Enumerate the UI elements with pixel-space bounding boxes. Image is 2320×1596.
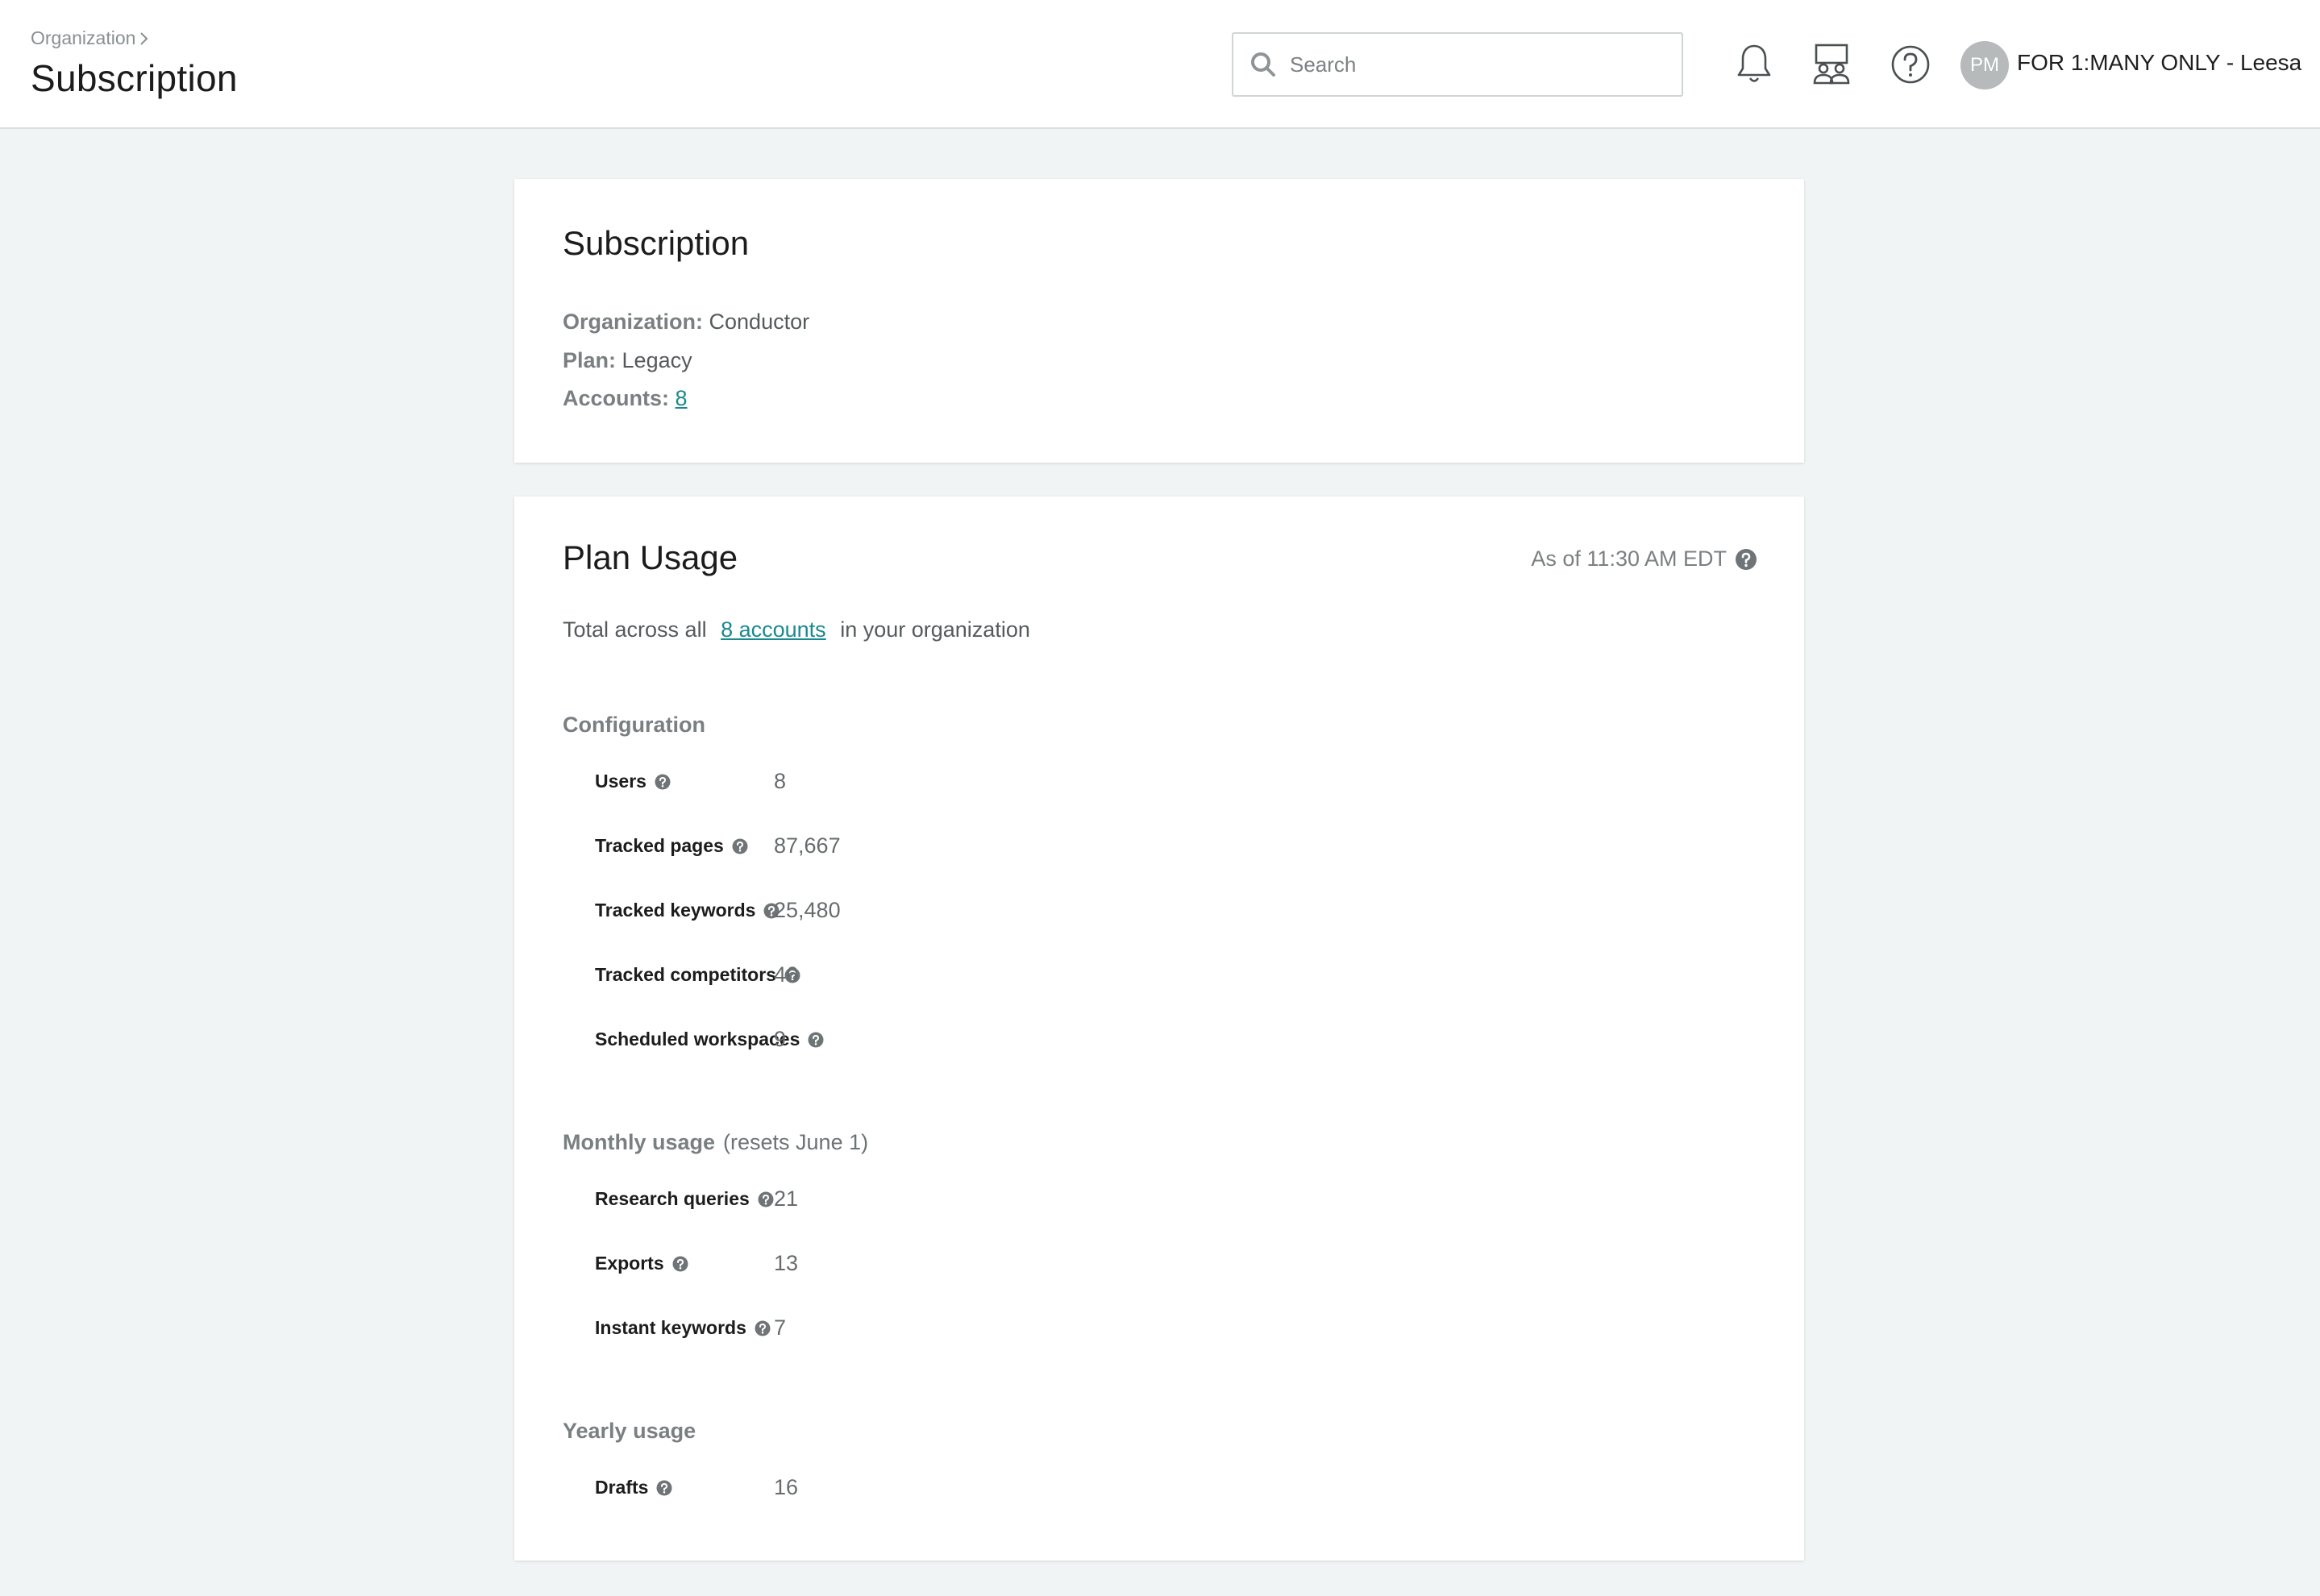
breadcrumb[interactable]: Organization [31,27,150,49]
team-button[interactable] [1809,42,1854,87]
usage-value: 25,480 [774,898,841,922]
total-prefix: Total across all [563,617,707,642]
accounts-link-inline[interactable]: 8 accounts [721,617,826,642]
organization-label: Organization: [563,310,703,334]
usage-label: Scheduled workspaces [595,1029,800,1049]
monthly-reset-note: (resets June 1) [723,1130,869,1154]
usage-row-tracked-competitors: Tracked competitors 46 [595,959,1401,991]
plan-row: Plan: Legacy [563,348,692,373]
usage-label: Users [595,771,647,792]
bell-icon [1737,44,1771,82]
usage-row-instant-keywords: Instant keywords 7 [595,1312,1401,1345]
usage-row-tracked-keywords: Tracked keywords 25,480 [595,895,1401,927]
usage-label: Tracked pages [595,835,724,856]
usage-row-drafts: Drafts 16 [595,1472,1401,1504]
monthly-usage-heading: Monthly usage (resets June 1) [563,1130,868,1155]
help-circle-icon[interactable] [1735,548,1757,571]
organization-value: Conductor [709,310,810,334]
help-circle-icon[interactable] [732,838,748,854]
plan-usage-card: Plan Usage As of 11:30 AM EDT Total acro… [514,497,1804,1561]
usage-value: 13 [774,1251,799,1275]
usage-value: 16 [774,1475,799,1499]
help-circle-icon[interactable] [656,1480,672,1496]
top-bar: Organization Subscription Search PM FOR … [0,0,2320,129]
usage-value: 8 [774,769,787,793]
as-of-text: As of 11:30 AM EDT [1531,547,1727,571]
avatar[interactable]: PM [1960,41,2009,89]
usage-value: 46 [774,962,799,987]
help-circle-icon[interactable] [808,1032,824,1048]
help-circle-icon[interactable] [755,1320,771,1336]
plan-label: Plan: [563,348,617,372]
help-circle-icon[interactable] [655,774,671,790]
usage-value: 21 [774,1187,799,1211]
usage-value: 9 [774,1027,787,1051]
breadcrumb-organization[interactable]: Organization [31,27,135,49]
accounts-label: Accounts: [563,386,670,410]
plan-usage-title: Plan Usage [563,538,738,576]
usage-label: Research queries [595,1188,750,1209]
notifications-button[interactable] [1732,42,1777,87]
search-input[interactable] [1290,52,1661,77]
usage-label: Tracked keywords [595,900,756,921]
search-icon [1251,52,1275,77]
usage-label: Tracked competitors [595,964,776,985]
help-icon [1891,45,1930,84]
user-menu-name[interactable]: FOR 1:MANY ONLY - Leesa [2017,50,2301,76]
help-circle-icon[interactable] [758,1191,774,1207]
usage-value: 7 [774,1315,787,1340]
accounts-row: Accounts: 8 [563,386,688,411]
usage-label: Exports [595,1253,664,1274]
usage-row-tracked-pages: Tracked pages 87,667 [595,830,1401,862]
as-of-timestamp: As of 11:30 AM EDT [1531,547,1757,571]
subscription-card-title: Subscription [563,224,750,262]
page-title: Subscription [31,57,238,99]
usage-row-research-queries: Research queries 21 [595,1183,1401,1216]
usage-label: Drafts [595,1477,649,1498]
usage-row-exports: Exports 13 [595,1248,1401,1280]
total-accounts-text: Total across all 8 accounts in your orga… [563,617,1030,642]
accounts-link[interactable]: 8 [676,386,688,410]
usage-row-scheduled-workspaces: Scheduled workspaces 9 [595,1024,1401,1056]
usage-label: Instant keywords [595,1317,746,1338]
total-suffix: in your organization [840,617,1030,642]
yearly-usage-heading: Yearly usage [563,1419,696,1443]
help-circle-icon[interactable] [672,1256,688,1272]
configuration-heading: Configuration [563,713,705,737]
help-button[interactable] [1888,42,1933,87]
chevron-right-icon [140,31,148,45]
plan-value: Legacy [622,348,692,372]
team-icon [1813,44,1850,85]
usage-row-users: Users 8 [595,766,1401,798]
organization-row: Organization: Conductor [563,310,809,335]
usage-value: 87,667 [774,833,841,858]
monthly-usage-title: Monthly usage [563,1130,716,1154]
search-box[interactable] [1232,32,1683,97]
subscription-card: Subscription Organization: Conductor Pla… [514,179,1804,463]
